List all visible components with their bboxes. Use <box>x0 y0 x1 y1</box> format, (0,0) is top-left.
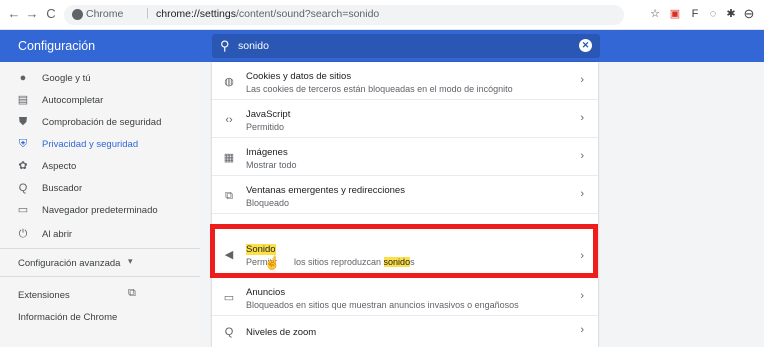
sidebar-item-search-engine[interactable]: Q Buscador <box>0 178 200 200</box>
sidebar-item-default-browser[interactable]: ▭ Navegador predeterminado <box>0 200 200 222</box>
row-title: Ventanas emergentes y redirecciones <box>246 185 405 196</box>
shield-lock-icon: ⛨ <box>18 138 28 150</box>
extensions-puzzle-icon[interactable]: ✱ <box>724 7 738 21</box>
sidebar-item-google[interactable]: ● Google y tú <box>0 68 200 90</box>
search-icon: Q <box>18 182 28 194</box>
list-item-javascript[interactable]: ‹› JavaScript Permitido › <box>212 100 598 138</box>
chevron-right-icon: › <box>580 74 584 86</box>
search-input[interactable]: sonido <box>238 40 269 52</box>
row-title: JavaScript <box>246 109 291 120</box>
address-bar[interactable]: Chrome | chrome://settings/content/sound… <box>64 5 624 25</box>
extension-red-icon[interactable]: ▣ <box>668 7 682 21</box>
list-item-ads[interactable]: ▭ Anuncios Bloqueados en sitios que mues… <box>212 278 598 316</box>
chevron-right-icon: › <box>580 188 584 200</box>
row-subtitle: Las cookies de terceros están bloqueadas… <box>246 84 513 94</box>
shield-icon: ⛊ <box>18 116 28 128</box>
ads-icon: ▭ <box>223 292 235 304</box>
sidebar-item-label: Aspecto <box>42 161 77 172</box>
extension-flag-icon[interactable]: F <box>688 7 702 21</box>
code-icon: ‹› <box>225 114 233 126</box>
page-title: Configuración <box>18 39 96 53</box>
chevron-right-icon: › <box>580 112 584 124</box>
chevron-down-icon[interactable]: ▾ <box>128 256 133 267</box>
palette-icon: ✿ <box>18 160 28 172</box>
sidebar: ● Google y tú ▤ Autocompletar ⛊ Comproba… <box>0 62 200 347</box>
chevron-right-icon: › <box>580 324 584 336</box>
browser-toolbar: ← → C Chrome | chrome://settings/content… <box>0 0 764 30</box>
sidebar-item-label: Al abrir <box>42 229 73 240</box>
person-icon: ● <box>19 72 27 84</box>
chevron-right-icon: › <box>580 150 584 162</box>
row-subtitle: Mostrar todo <box>246 160 297 170</box>
list-item-images[interactable]: ▦ Imágenes Mostrar todo › <box>212 138 598 176</box>
settings-search[interactable]: ⚲ sonido ✕ <box>212 34 600 58</box>
pocket-icon[interactable]: ◌ <box>706 7 720 21</box>
row-subtitle: Bloqueado <box>246 198 290 208</box>
search-icon: ⚲ <box>220 38 230 53</box>
power-icon: ⏻ <box>18 228 28 240</box>
sidebar-item-label: Autocompletar <box>42 95 104 106</box>
sidebar-item-label: Navegador predeterminado <box>42 205 158 216</box>
list-item-popups[interactable]: ⧉ Ventanas emergentes y redirecciones Bl… <box>212 176 598 214</box>
open-external-icon[interactable]: ⧉ <box>128 287 136 300</box>
list-item-zoom[interactable]: Q Niveles de zoom › <box>212 316 598 347</box>
sidebar-item-label: Privacidad y seguridad <box>42 139 139 150</box>
chrome-icon <box>72 9 83 20</box>
reload-icon[interactable]: C <box>43 6 59 22</box>
sidebar-item-safety-check[interactable]: ⛊ Comprobación de seguridad <box>0 112 200 134</box>
address-separator: | <box>146 7 149 19</box>
popup-icon: ⧉ <box>225 190 233 202</box>
row-subtitle: Bloqueados en sitios que muestran anunci… <box>246 300 519 310</box>
about-chrome-link[interactable]: Información de Chrome <box>18 312 117 323</box>
divider <box>0 276 200 277</box>
sidebar-item-label: Google y tú <box>42 73 91 84</box>
chevron-right-icon: › <box>580 290 584 302</box>
content-settings-card: ◍ Cookies y datos de sitios Las cookies … <box>212 62 598 347</box>
advanced-settings-toggle[interactable]: Configuración avanzada <box>18 258 120 269</box>
cookie-icon: ◍ <box>224 76 234 88</box>
list-item-cookies[interactable]: ◍ Cookies y datos de sitios Las cookies … <box>212 62 598 100</box>
sidebar-item-appearance[interactable]: ✿ Aspecto <box>0 156 200 178</box>
forward-icon[interactable]: → <box>24 6 40 22</box>
sidebar-item-label: Comprobación de seguridad <box>42 117 162 128</box>
extensions-link[interactable]: Extensiones <box>18 290 70 301</box>
settings-header: Configuración ⚲ sonido ✕ <box>0 30 764 62</box>
address-prefix: Chrome <box>86 8 124 20</box>
star-icon[interactable]: ☆ <box>648 7 662 21</box>
clipboard-icon: ▤ <box>17 94 29 106</box>
back-icon[interactable]: ← <box>6 6 22 22</box>
browser-icon: ▭ <box>17 204 29 216</box>
sidebar-item-label: Buscador <box>42 183 83 194</box>
zoom-icon: Q <box>224 326 234 338</box>
row-title: Imágenes <box>246 147 288 158</box>
row-subtitle: Permitido <box>246 122 285 132</box>
image-icon: ▦ <box>223 152 235 164</box>
sidebar-item-on-startup[interactable]: ⏻ Al abrir <box>0 224 200 246</box>
divider <box>0 248 200 249</box>
sidebar-item-autofill[interactable]: ▤ Autocompletar <box>0 90 200 112</box>
address-url: chrome://settings/content/sound?search=s… <box>156 8 380 20</box>
row-title: Niveles de zoom <box>246 327 317 338</box>
row-title: Cookies y datos de sitios <box>246 71 352 82</box>
profile-avatar-icon[interactable]: ⊖ <box>742 7 756 21</box>
clear-search-icon[interactable]: ✕ <box>579 39 592 52</box>
row-title: Anuncios <box>246 287 286 298</box>
sidebar-item-privacy[interactable]: ⛨ Privacidad y seguridad <box>0 134 200 156</box>
hand-cursor-icon: ☝ <box>264 255 281 270</box>
